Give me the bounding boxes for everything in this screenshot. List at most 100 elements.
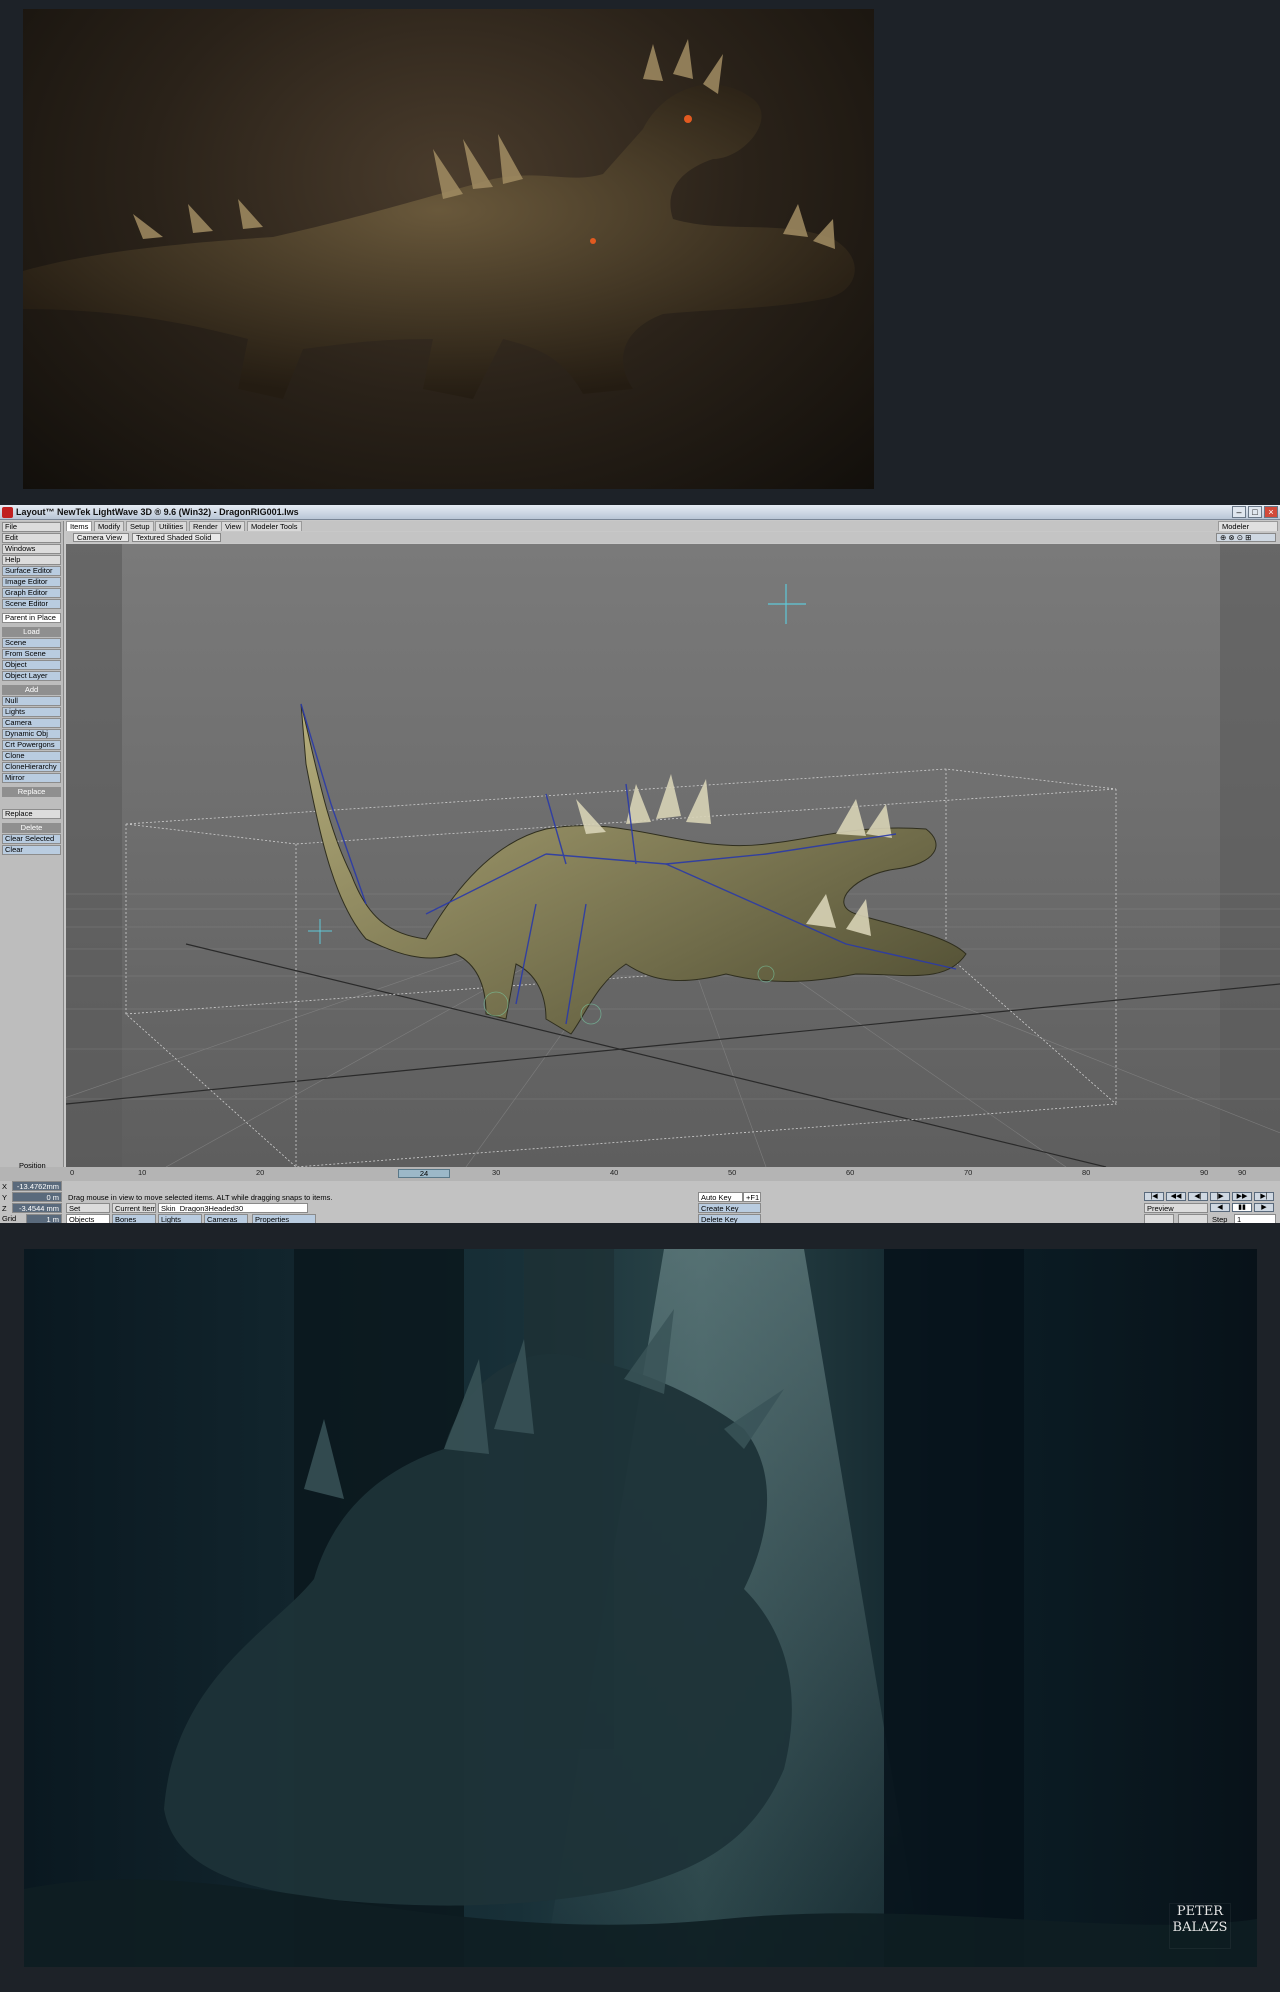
clear-selected-button[interactable]: Clear Selected xyxy=(2,834,61,844)
menu-windows-button[interactable]: Windows xyxy=(2,544,61,554)
replace-button[interactable]: Replace xyxy=(2,809,61,819)
add-header: Add xyxy=(2,685,61,695)
z-axis-label: Z xyxy=(2,1204,7,1213)
load-from-scene-button[interactable]: From Scene xyxy=(2,649,61,659)
safe-area-left xyxy=(66,544,122,1167)
add-clone-hierarchy-button[interactable]: CloneHierarchy xyxy=(2,762,61,772)
grid-size-field[interactable]: 1 m xyxy=(26,1214,62,1223)
timeline-tick: 20 xyxy=(256,1168,265,1177)
tab-utilities[interactable]: Utilities xyxy=(155,521,188,531)
bones-button[interactable]: Bones xyxy=(112,1214,156,1223)
add-lights-button[interactable]: Lights xyxy=(2,707,61,717)
preview-option-a[interactable] xyxy=(1144,1214,1174,1223)
dragon-silhouette-image xyxy=(23,39,855,400)
timeline-tick: 90 xyxy=(1200,1168,1209,1177)
step-label: Step xyxy=(1212,1215,1228,1223)
next-frame-icon[interactable]: |▶ xyxy=(1210,1192,1230,1201)
modeler-button[interactable]: Modeler xyxy=(1218,521,1278,531)
delete-key-button[interactable]: Delete Key xyxy=(698,1214,761,1223)
lightwave-layout-window: Layout™ NewTek LightWave 3D ® 9.6 (Win32… xyxy=(0,505,1280,1223)
signature-text: PETER BALAZS xyxy=(1172,1904,1228,1935)
last-frame-icon[interactable]: ▶| xyxy=(1254,1192,1274,1201)
add-crt-powergons-button[interactable]: Crt Powergons xyxy=(2,740,61,750)
tab-modeler-tools[interactable]: Modeler Tools xyxy=(247,521,302,531)
set-button[interactable]: Set xyxy=(66,1203,110,1213)
x-position-field[interactable]: -13.4762mm xyxy=(12,1181,62,1191)
left-toolbar: File Edit Windows Help Surface Editor Im… xyxy=(0,521,64,1205)
tab-render[interactable]: Render xyxy=(189,521,222,531)
menu-edit-button[interactable]: Edit xyxy=(2,533,61,543)
viewport-header: Camera View Textured Shaded Solid ⊕ ⊗ ⊙ … xyxy=(66,532,1280,543)
timeline-tick: 30 xyxy=(492,1168,501,1177)
graph-editor-button[interactable]: Graph Editor xyxy=(2,588,61,598)
timeline-tick: 10 xyxy=(138,1168,147,1177)
z-position-field[interactable]: -3.4544 mm xyxy=(12,1203,62,1213)
3d-viewport[interactable] xyxy=(66,544,1280,1167)
timeline-tick: 60 xyxy=(846,1168,855,1177)
y-axis-label: Y xyxy=(2,1193,8,1202)
viewport-controls[interactable]: ⊕ ⊗ ⊙ ⊞ xyxy=(1216,533,1276,542)
y-position-field[interactable]: 0 m xyxy=(12,1192,62,1202)
parent-in-place-toggle[interactable]: Parent in Place xyxy=(2,613,61,623)
timeline-tick: 0 xyxy=(70,1168,75,1177)
current-frame-value: 24 xyxy=(419,1169,429,1178)
current-item-select[interactable]: Skin_Dragon3Headed30 xyxy=(158,1203,308,1213)
dragon-render-cave: PETER BALAZS xyxy=(24,1249,1257,1967)
image-editor-button[interactable]: Image Editor xyxy=(2,577,61,587)
step-field[interactable]: 1 xyxy=(1234,1214,1276,1223)
clear-button[interactable]: Clear xyxy=(2,845,61,855)
minimize-icon[interactable]: – xyxy=(1232,506,1246,518)
first-frame-icon[interactable]: |◀ xyxy=(1144,1192,1164,1201)
cameras-button[interactable]: Cameras xyxy=(204,1214,248,1223)
add-clone-button[interactable]: Clone xyxy=(2,751,61,761)
preview-option-b[interactable] xyxy=(1178,1214,1208,1223)
previous-key-icon[interactable]: ◀◀ xyxy=(1166,1192,1186,1201)
tab-items[interactable]: Items xyxy=(66,521,93,531)
add-dynamic-obj-button[interactable]: Dynamic Obj xyxy=(2,729,61,739)
timeline-slider[interactable]: Position 0 10 20 30 40 50 60 70 80 90 24… xyxy=(0,1161,1280,1181)
previous-frame-icon[interactable]: ◀| xyxy=(1188,1192,1208,1201)
create-key-button[interactable]: Create Key xyxy=(698,1203,761,1213)
current-frame-slider[interactable]: 24 xyxy=(398,1169,450,1178)
status-hint: Drag mouse in view to move selected item… xyxy=(68,1193,333,1202)
menu-file-button[interactable]: File xyxy=(2,522,61,532)
maximize-icon[interactable]: □ xyxy=(1248,506,1262,518)
current-item-label: Current Item xyxy=(112,1203,156,1213)
preview-select[interactable]: Preview xyxy=(1144,1203,1208,1213)
title-bar: Layout™ NewTek LightWave 3D ® 9.6 (Win32… xyxy=(0,505,1280,520)
window-controls: – □ × xyxy=(1232,506,1278,518)
properties-button[interactable]: Properties xyxy=(252,1214,316,1223)
view-mode-select[interactable]: Camera View xyxy=(73,533,129,542)
dragon-render-brown xyxy=(23,9,874,489)
load-object-layer-button[interactable]: Object Layer xyxy=(2,671,61,681)
timeline-tick: 50 xyxy=(728,1168,737,1177)
window-title: Layout™ NewTek LightWave 3D ® 9.6 (Win32… xyxy=(16,507,299,517)
viewport-scene xyxy=(66,544,1280,1167)
tab-setup[interactable]: Setup xyxy=(126,521,154,531)
objects-button[interactable]: Objects xyxy=(66,1214,110,1223)
lightwave-app-icon xyxy=(2,507,13,518)
add-mirror-button[interactable]: Mirror xyxy=(2,773,61,783)
load-object-button[interactable]: Object xyxy=(2,660,61,670)
play-forward-icon[interactable]: ▶ xyxy=(1254,1203,1274,1212)
tab-view[interactable]: View xyxy=(221,521,246,531)
position-label: Position xyxy=(19,1161,46,1170)
menu-help-button[interactable]: Help xyxy=(2,555,61,565)
end-frame: 90 xyxy=(1238,1168,1247,1177)
timeline-tick: 40 xyxy=(610,1168,619,1177)
render-mode-select[interactable]: Textured Shaded Solid xyxy=(132,533,221,542)
grid-label: Grid xyxy=(2,1214,17,1223)
next-key-icon[interactable]: ▶▶ xyxy=(1232,1192,1252,1201)
close-icon[interactable]: × xyxy=(1264,506,1278,518)
auto-key-toggle[interactable]: Auto Key xyxy=(698,1192,743,1202)
play-backward-icon[interactable]: ◀ xyxy=(1210,1203,1230,1212)
load-scene-button[interactable]: Scene xyxy=(2,638,61,648)
timeline-tick: 80 xyxy=(1082,1168,1091,1177)
lights-button[interactable]: Lights xyxy=(158,1214,202,1223)
pause-icon[interactable]: ▮▮ xyxy=(1232,1203,1252,1212)
add-camera-button[interactable]: Camera xyxy=(2,718,61,728)
tab-modify[interactable]: Modify xyxy=(94,521,125,531)
add-null-button[interactable]: Null xyxy=(2,696,61,706)
surface-editor-button[interactable]: Surface Editor xyxy=(2,566,61,576)
scene-editor-button[interactable]: Scene Editor xyxy=(2,599,61,609)
